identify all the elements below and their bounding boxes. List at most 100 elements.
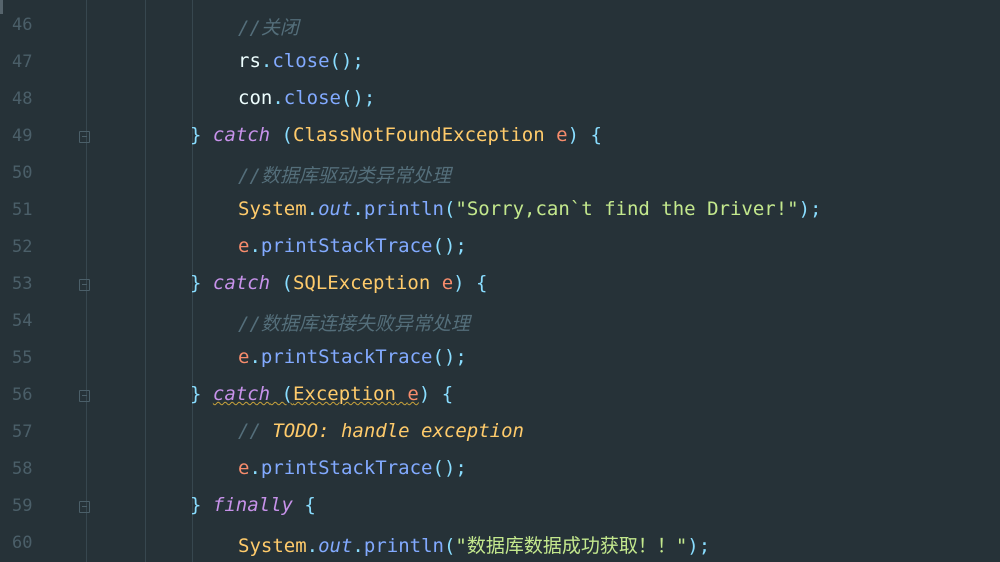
code-token: );: [798, 198, 822, 220]
code-text: } finally {: [190, 494, 316, 516]
code-line[interactable]: 53} catch (SQLException e) {: [0, 266, 1000, 303]
code-token: ) {: [567, 124, 602, 146]
code-line[interactable]: 50 //数据库驱动类异常处理: [0, 155, 1000, 192]
line-number: 52: [12, 237, 33, 257]
fold-marker-icon[interactable]: [79, 390, 90, 402]
code-token: System: [238, 198, 307, 220]
code-text: e.printStackTrace();: [238, 457, 467, 479]
code-token: catch: [212, 124, 271, 146]
fold-marker-icon[interactable]: [79, 501, 90, 513]
code-token: e: [407, 383, 419, 405]
code-token: out: [318, 198, 353, 220]
code-token: .: [306, 535, 319, 557]
code-token: (: [443, 198, 456, 220]
code-token: "数据库数据成功获取！！": [455, 535, 688, 557]
code-token: ();: [432, 235, 467, 257]
line-number: 60: [12, 533, 33, 553]
code-token: }: [190, 272, 213, 294]
code-token: //关闭: [238, 17, 299, 39]
code-token: println: [363, 198, 444, 220]
line-number: 51: [12, 200, 33, 220]
code-token: con: [238, 87, 273, 109]
code-token: ();: [432, 457, 467, 479]
code-line[interactable]: 55 e.printStackTrace();: [0, 340, 1000, 377]
line-number: 50: [12, 163, 33, 183]
code-text: } catch (ClassNotFoundException e) {: [190, 124, 602, 146]
code-token: ) {: [418, 383, 454, 405]
code-token: out: [318, 535, 353, 557]
code-token: close: [272, 50, 330, 72]
code-token: e: [238, 235, 250, 257]
code-token: e: [238, 346, 250, 368]
code-text: // TODO: handle exception: [238, 420, 524, 442]
line-number: 49: [12, 126, 33, 146]
code-token: (: [270, 383, 293, 405]
code-token: System: [238, 535, 307, 557]
code-line[interactable]: 52 e.printStackTrace();: [0, 229, 1000, 266]
code-text: e.printStackTrace();: [238, 235, 467, 257]
code-text: System.out.println("数据库数据成功获取！！");: [238, 531, 710, 558]
code-token: .: [249, 346, 261, 368]
code-token: "Sorry,can`t find the Driver!": [455, 198, 799, 220]
code-token: ();: [340, 87, 376, 109]
line-number: 58: [12, 459, 33, 479]
line-number: 56: [12, 385, 33, 405]
code-line[interactable]: 58 e.printStackTrace();: [0, 451, 1000, 488]
code-line[interactable]: 59} finally {: [0, 488, 1000, 525]
fold-marker-icon[interactable]: [79, 131, 90, 143]
code-token: rs: [238, 50, 261, 72]
code-token: {: [292, 494, 316, 516]
code-line[interactable]: 54 //数据库连接失败异常处理: [0, 303, 1000, 340]
code-token: ClassNotFoundException: [292, 124, 545, 146]
code-text: System.out.println("Sorry,can`t find the…: [238, 198, 821, 220]
code-text: //关闭: [238, 13, 299, 40]
line-number: 47: [12, 52, 33, 72]
code-token: (: [270, 272, 293, 294]
code-token: ) {: [453, 272, 488, 294]
code-token: .: [249, 457, 261, 479]
code-token: .: [272, 87, 284, 109]
code-token: //数据库驱动类异常处理: [238, 165, 451, 187]
code-token: }: [190, 494, 213, 516]
code-token: e: [441, 272, 454, 294]
code-line[interactable]: 46 //关闭: [0, 7, 1000, 44]
code-line[interactable]: 48 con.close();: [0, 81, 1000, 118]
code-line[interactable]: 47 rs.close();: [0, 44, 1000, 81]
line-number: 48: [12, 89, 33, 109]
code-token: .: [306, 198, 319, 220]
code-token: .: [352, 535, 364, 557]
code-line[interactable]: 49 } catch (ClassNotFoundException e) {: [0, 118, 1000, 155]
code-token: Exception: [292, 383, 396, 405]
code-line[interactable]: 51 System.out.println("Sorry,can`t find t…: [0, 192, 1000, 229]
code-line[interactable]: 56} catch (Exception e) {: [0, 377, 1000, 414]
code-token: e: [556, 124, 568, 146]
fold-marker-icon[interactable]: [79, 279, 90, 291]
code-token: TODO: handle exception: [272, 420, 524, 442]
line-number: 59: [12, 496, 33, 516]
line-number: 55: [12, 348, 33, 368]
line-number: 53: [12, 274, 33, 294]
code-token: }: [190, 383, 213, 405]
code-token: printStackTrace: [260, 235, 433, 257]
code-token: catch: [212, 272, 271, 294]
code-text: //数据库连接失败异常处理: [238, 309, 470, 336]
code-text: //数据库驱动类异常处理: [238, 161, 451, 188]
code-token: e: [238, 457, 250, 479]
code-token: catch: [212, 383, 271, 405]
code-token: finally: [212, 494, 293, 516]
line-number: 46: [12, 15, 33, 35]
code-line[interactable]: 60 System.out.println("数据库数据成功获取！！");: [0, 525, 1000, 562]
code-line[interactable]: 57 // TODO: handle exception: [0, 414, 1000, 451]
code-token: .: [352, 198, 364, 220]
code-token: .: [260, 50, 273, 72]
code-token: //: [238, 420, 273, 442]
code-token: ();: [329, 50, 364, 72]
code-text: e.printStackTrace();: [238, 346, 467, 368]
code-token: //数据库连接失败异常处理: [238, 313, 470, 335]
line-number: 54: [12, 311, 33, 331]
code-text: } catch (Exception e) {: [190, 383, 453, 405]
code-text: con.close();: [238, 87, 375, 109]
code-token: printStackTrace: [260, 457, 433, 479]
